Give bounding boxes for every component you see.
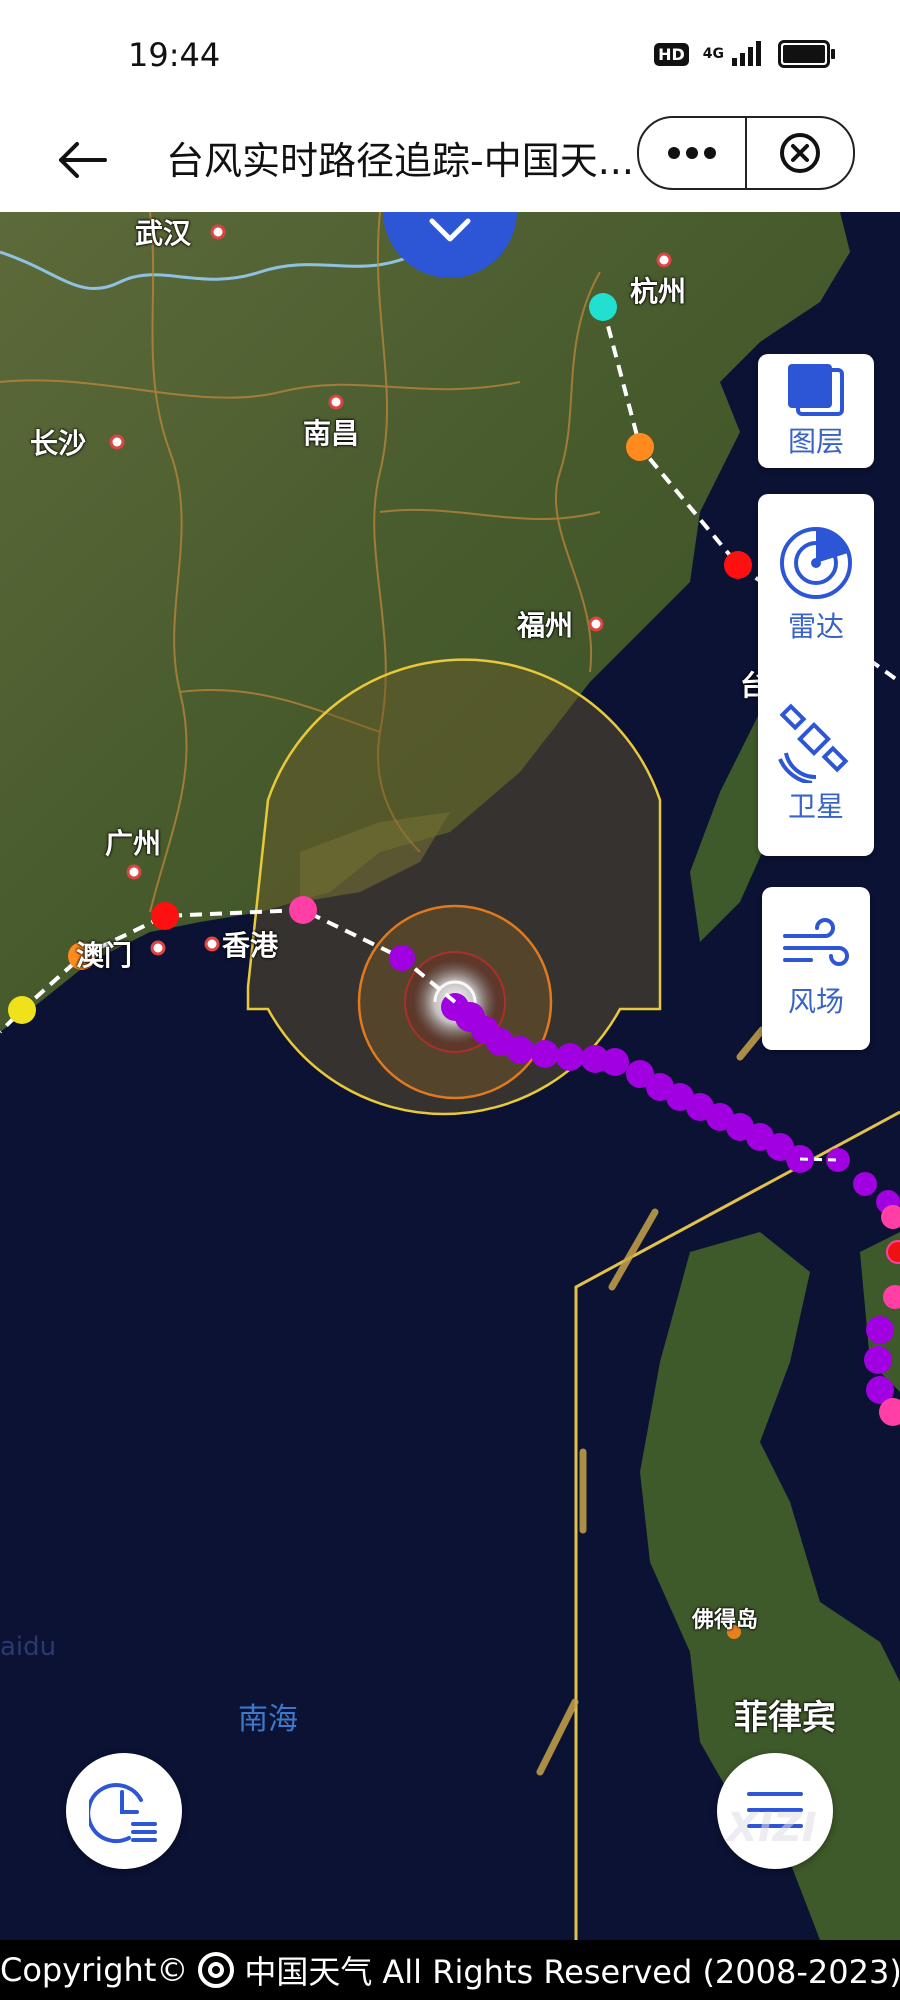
brand-name: 中国天气 — [244, 1953, 373, 1991]
city-label-changsha: 长沙 — [30, 427, 87, 460]
weather-logo-icon — [196, 1950, 236, 1990]
city-label-philippines: 菲律宾 — [734, 1698, 836, 1738]
city-label-fuzhou: 福州 — [517, 609, 574, 642]
radar-icon — [780, 527, 852, 599]
battery-icon — [778, 40, 835, 68]
copyright-text: Copyright© — [0, 1951, 189, 1989]
sea-label: 南海 — [238, 1702, 298, 1737]
clock-list-icon — [89, 1783, 157, 1844]
mini-program-capsule — [637, 116, 855, 190]
copyright-footer: Copyright© 中国天气 All Rights Reserved (200… — [0, 1940, 900, 2000]
page-title: 台风实时路径追踪-中国天... — [166, 139, 634, 183]
wind-label: 风场 — [787, 984, 844, 1018]
city-label-nanchang: 南昌 — [303, 417, 360, 450]
wind-panel: 风场 — [762, 887, 870, 1050]
map-base — [0, 212, 900, 1940]
wind-icon — [783, 917, 849, 966]
signal-icon — [732, 41, 761, 66]
map-provider-label: aidu — [0, 1632, 57, 1662]
chevron-down-icon — [429, 218, 471, 242]
typhoon-map[interactable]: 武汉 杭州 长沙 南昌 福州 台 广州 澳门 香港 佛得岛 菲律宾 南海 aid… — [0, 212, 900, 1940]
close-button[interactable] — [747, 118, 853, 188]
more-dots-icon — [668, 147, 716, 159]
layers-label: 图层 — [787, 425, 844, 458]
satellite-label: 卫星 — [787, 790, 844, 823]
radar-satellite-panel: 雷达 卫星 — [758, 494, 874, 856]
close-icon — [780, 133, 820, 173]
city-label-foude: 佛得岛 — [692, 1608, 759, 1633]
more-button[interactable] — [639, 118, 745, 188]
status-icons: HD 4G — [654, 40, 835, 68]
arrow-left-icon — [59, 142, 107, 178]
satellite-icon — [778, 703, 849, 783]
wind-field-button[interactable]: 风场 — [762, 887, 870, 1050]
history-button[interactable] — [66, 1753, 182, 1869]
layers-panel: 图层 — [758, 354, 874, 468]
status-bar: 19:44 HD 4G — [0, 0, 900, 110]
network-type: 4G — [702, 46, 724, 62]
city-label-hangzhou: 杭州 — [630, 275, 687, 308]
layers-icon — [788, 364, 844, 416]
typhoon-list-button[interactable]: XIZI — [717, 1753, 833, 1869]
city-label-wuhan: 武汉 — [135, 217, 192, 250]
back-button[interactable] — [50, 128, 114, 192]
city-label-guangzhou: 广州 — [105, 827, 162, 860]
status-time: 19:44 — [128, 36, 221, 74]
rights-text: All Rights Reserved (2008-2023) 版 — [382, 1953, 900, 1991]
city-label-aomen: 澳门 — [76, 939, 133, 972]
watermark-text: XIZI — [727, 1805, 817, 1851]
hd-icon: HD — [654, 42, 689, 66]
satellite-button[interactable]: 卫星 — [758, 674, 874, 854]
radar-label: 雷达 — [787, 610, 844, 643]
layers-button[interactable]: 图层 — [758, 354, 874, 468]
city-label-xianggang: 香港 — [222, 929, 279, 962]
nav-bar: 台风实时路径追踪-中国天... — [0, 110, 900, 212]
radar-button[interactable]: 雷达 — [758, 494, 874, 674]
